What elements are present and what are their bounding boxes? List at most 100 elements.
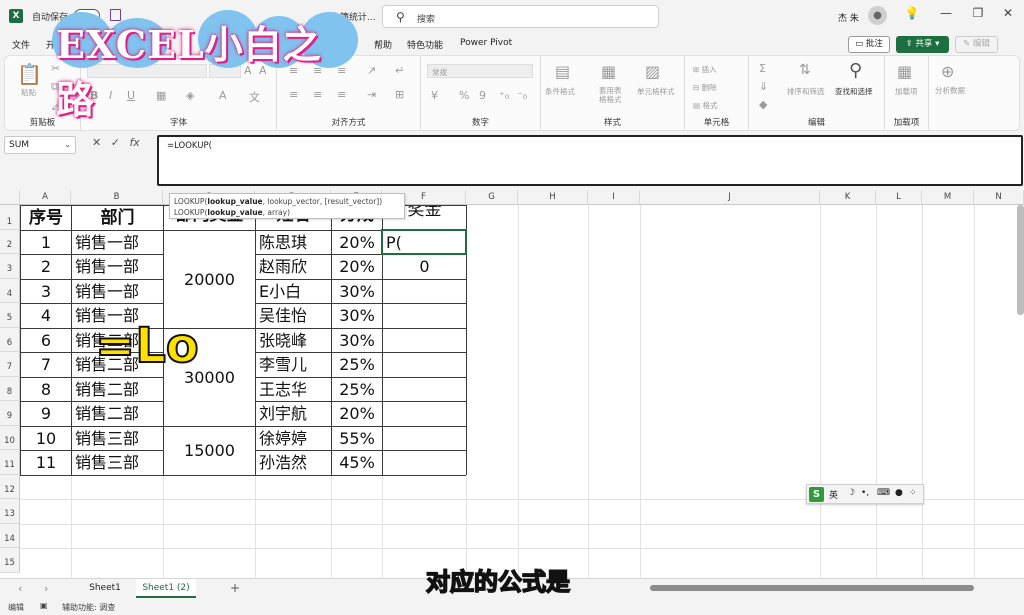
- row-header[interactable]: 15: [0, 548, 20, 573]
- column-header[interactable]: L: [876, 190, 922, 205]
- cell-name[interactable]: 王志华: [256, 378, 331, 401]
- ime-logo-icon[interactable]: S: [809, 487, 824, 502]
- row-header[interactable]: 4: [0, 279, 20, 303]
- row-header[interactable]: 9: [0, 401, 20, 426]
- select-all-corner[interactable]: [0, 190, 20, 205]
- header-dept[interactable]: 部门: [72, 206, 163, 230]
- cell-share[interactable]: 25%: [332, 378, 382, 401]
- percent-icon[interactable]: %: [459, 89, 469, 102]
- find-select-icon[interactable]: ⚲: [849, 60, 862, 81]
- user-name[interactable]: 杰 朱: [838, 11, 859, 24]
- cell-dept[interactable]: 销售二部: [72, 402, 163, 426]
- cell-dept[interactable]: 销售一部: [72, 231, 163, 254]
- row-header[interactable]: 14: [0, 524, 20, 548]
- cell-seq[interactable]: 4: [21, 304, 71, 328]
- cell-seq[interactable]: 11: [21, 451, 71, 475]
- format-button[interactable]: ▤ 格式: [693, 100, 717, 111]
- row-header[interactable]: 3: [0, 254, 20, 279]
- chevron-down-icon[interactable]: ⌄: [64, 137, 71, 153]
- row-header[interactable]: 13: [0, 499, 20, 524]
- cell-bonus[interactable]: [383, 451, 466, 475]
- cell-style-icon[interactable]: ▨: [645, 62, 660, 81]
- cell-share[interactable]: 25%: [332, 353, 382, 377]
- horizontal-scrollbar[interactable]: [650, 585, 974, 591]
- cell-name[interactable]: 赵雨欣: [256, 255, 331, 279]
- share-button[interactable]: ⇪ 共享 ▾: [896, 36, 949, 53]
- orientation-icon[interactable]: ↗: [367, 64, 376, 77]
- column-header[interactable]: J: [640, 190, 820, 205]
- merge-center-icon[interactable]: ⊞: [395, 88, 404, 101]
- header-seq[interactable]: 序号: [21, 206, 71, 230]
- tooltip-arg-bold[interactable]: lookup_value: [207, 208, 262, 217]
- close-icon[interactable]: ✕: [998, 6, 1018, 20]
- cell-share[interactable]: 55%: [332, 427, 382, 450]
- column-header[interactable]: N: [974, 190, 1024, 205]
- name-box[interactable]: SUM ⌄: [4, 136, 76, 154]
- row-header[interactable]: 2: [0, 230, 20, 254]
- cell-style-label[interactable]: 单元格样式: [637, 86, 675, 97]
- cell-share[interactable]: 30%: [332, 304, 382, 328]
- cell-seq[interactable]: 6: [21, 329, 71, 352]
- restore-icon[interactable]: ❐: [968, 6, 988, 20]
- indent-icon[interactable]: ⇥: [367, 88, 376, 101]
- cell-seq[interactable]: 3: [21, 280, 71, 303]
- cell-bonus[interactable]: [383, 378, 466, 401]
- column-header[interactable]: M: [922, 190, 974, 205]
- table-format-label[interactable]: 套用表格格式: [599, 86, 625, 104]
- row-header[interactable]: 1: [0, 205, 20, 230]
- cell-share[interactable]: 30%: [332, 280, 382, 303]
- row-header[interactable]: 11: [0, 450, 20, 475]
- cell-share[interactable]: 45%: [332, 451, 382, 475]
- addins-icon[interactable]: ▦: [897, 62, 912, 81]
- decrease-decimal-icon[interactable]: ⁻₀: [517, 89, 527, 102]
- cell-dept[interactable]: 销售三部: [72, 451, 163, 475]
- macro-icon[interactable]: ▣: [40, 601, 48, 610]
- column-header[interactable]: I: [588, 190, 640, 205]
- wrap-text-icon[interactable]: ↵: [395, 64, 404, 77]
- cell-seq[interactable]: 1: [21, 231, 71, 254]
- search-box[interactable]: ⚲ 搜索: [382, 5, 659, 28]
- cell-seq[interactable]: 7: [21, 353, 71, 377]
- cell-name[interactable]: 孙浩然: [256, 451, 331, 475]
- punctuation-icon[interactable]: •,: [861, 488, 869, 498]
- column-header[interactable]: K: [820, 190, 876, 205]
- cell-dept[interactable]: 销售一部: [72, 280, 163, 303]
- column-header[interactable]: A: [20, 190, 71, 205]
- ime-toolbar[interactable]: S 英 ☽ •, ⌨ ● ⁘: [806, 484, 924, 504]
- increase-decimal-icon[interactable]: ⁺₀: [499, 89, 509, 102]
- ime-language[interactable]: 英: [829, 488, 838, 501]
- conditional-format-icon[interactable]: ▤: [555, 62, 570, 81]
- tooltip-fn[interactable]: LOOKUP(: [174, 208, 207, 217]
- merged-dept-bonus[interactable]: 20000: [164, 231, 255, 328]
- paste-label[interactable]: 粘贴: [21, 87, 36, 98]
- row-header[interactable]: 10: [0, 426, 20, 450]
- grid-icon[interactable]: ⁘: [909, 488, 917, 498]
- row-header[interactable]: 7: [0, 352, 20, 377]
- paste-icon[interactable]: 📋: [17, 62, 42, 86]
- cell-bonus[interactable]: [383, 304, 466, 328]
- column-header[interactable]: H: [518, 190, 588, 205]
- analyze-data-icon[interactable]: ⊕: [941, 62, 954, 81]
- delete-button[interactable]: ⊟ 删除: [693, 82, 717, 93]
- vertical-scrollbar[interactable]: [1017, 205, 1024, 315]
- minimize-icon[interactable]: —: [936, 6, 956, 20]
- cell-name[interactable]: E小白: [256, 280, 331, 303]
- cell-bonus[interactable]: 0: [383, 255, 466, 279]
- accessibility-status[interactable]: 辅助功能: 调查: [62, 602, 115, 613]
- moon-icon[interactable]: ☽: [847, 488, 855, 498]
- tab-sheet1[interactable]: Sheet1: [80, 579, 130, 598]
- cell-share[interactable]: 30%: [332, 329, 382, 352]
- sort-filter-icon[interactable]: ⇅: [799, 62, 811, 78]
- user-icon[interactable]: ●: [895, 488, 903, 498]
- menu-features[interactable]: 特色功能: [407, 38, 443, 51]
- cell-name[interactable]: 吴佳怡: [256, 304, 331, 328]
- cell-bonus[interactable]: [383, 427, 466, 450]
- cell-name[interactable]: 张晓峰: [256, 329, 331, 352]
- tab-sheet1-2[interactable]: Sheet1 (2): [136, 579, 196, 598]
- cell-bonus[interactable]: [383, 280, 466, 303]
- tooltip-fn[interactable]: LOOKUP(: [174, 197, 207, 206]
- tooltip-args[interactable]: , lookup_vector, [result_vector]): [263, 197, 383, 206]
- cell-dept[interactable]: 销售一部: [72, 255, 163, 279]
- prev-sheet-icon[interactable]: ‹: [18, 582, 22, 595]
- menu-file[interactable]: 文件: [12, 38, 30, 51]
